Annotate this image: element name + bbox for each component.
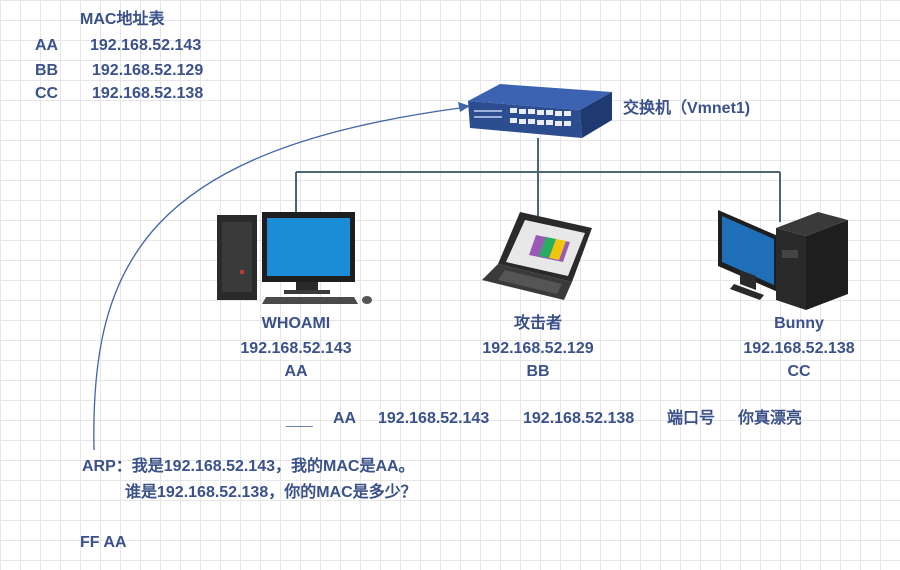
host-ip: 192.168.52.143: [240, 340, 352, 357]
arp-reply: FF AA: [80, 534, 127, 551]
packet-dst-ip: 192.168.52.138: [523, 410, 635, 427]
packet-src-ip: 192.168.52.143: [378, 410, 490, 427]
desktop-pc-icon: [217, 212, 372, 304]
host-name: Bunny: [774, 315, 824, 332]
packet-prefix: ___: [286, 411, 313, 428]
network-links: [295, 138, 781, 222]
packet-payload: 你真漂亮: [738, 410, 803, 427]
mac-table-ip: 192.168.52.138: [92, 85, 204, 102]
host-name: WHOAMI: [261, 315, 331, 332]
arp-request-line1: ARP：我是192.168.52.143，我的MAC是AA。: [82, 458, 415, 475]
mac-table-name: BB: [35, 62, 59, 79]
mac-table-ip: 192.168.52.129: [92, 62, 204, 79]
switch-label: 交换机（Vmnet1): [623, 100, 751, 117]
tower-pc-icon: [718, 210, 848, 310]
mac-table-name: CC: [35, 85, 59, 102]
host-name: 攻击者: [513, 315, 562, 332]
host-mac: CC: [787, 363, 811, 380]
mac-table-name: AA: [35, 37, 59, 54]
host-ip: 192.168.52.129: [482, 340, 594, 357]
host-mac: AA: [284, 363, 308, 380]
host-ip: 192.168.52.138: [743, 340, 855, 357]
arp-request-line2: 谁是192.168.52.138，你的MAC是多少？: [125, 484, 417, 501]
mac-table-ip: 192.168.52.143: [90, 37, 202, 54]
packet-port: 端口号: [667, 410, 716, 427]
host-mac: BB: [526, 363, 550, 380]
mac-table-title: MAC地址表: [80, 11, 165, 28]
packet-src-mac: AA: [333, 410, 357, 427]
switch-icon: [468, 84, 612, 138]
laptop-icon: [482, 212, 592, 300]
